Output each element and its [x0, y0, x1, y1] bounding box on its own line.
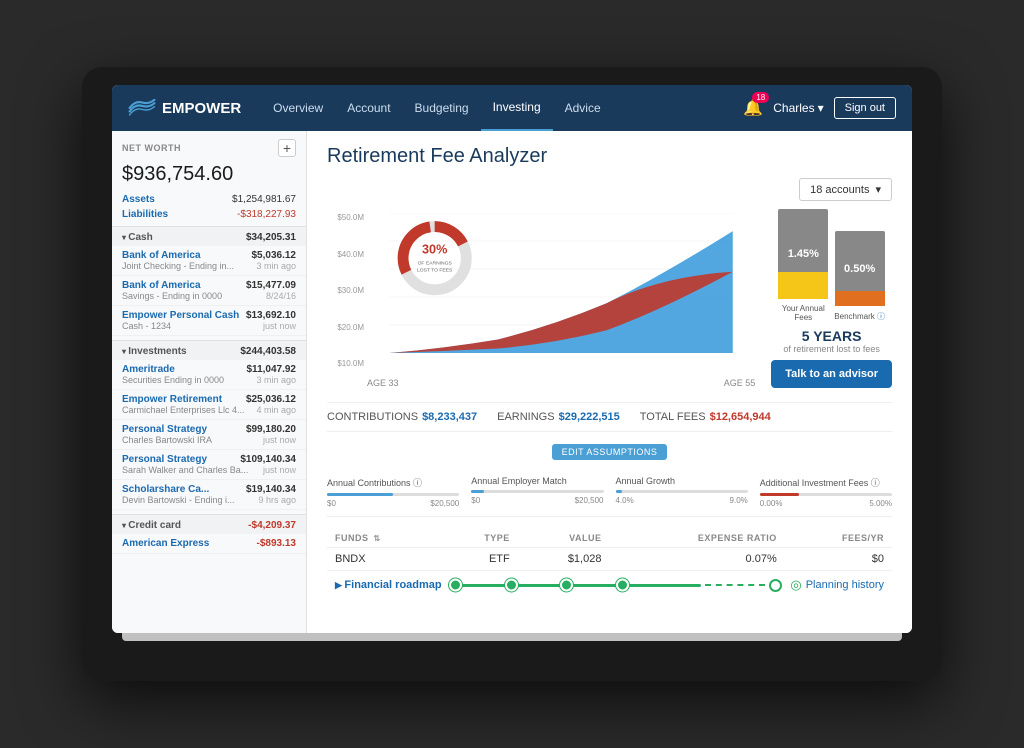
main-content: Retirement Fee Analyzer 18 accounts ▾ $5… [307, 131, 912, 633]
sort-icon: ⇅ [374, 534, 381, 543]
earnings-label: EARNINGS [497, 411, 554, 423]
list-item: Bank of America $5,036.12 Joint Checking… [112, 246, 306, 276]
liabilities-label: Liabilities [122, 209, 168, 220]
nav-advice[interactable]: Advice [553, 85, 613, 131]
funds-table: FUNDS ⇅ TYPE VALUE EXPENSE RATIO FEES/YR… [327, 529, 892, 571]
chevron-down-icon: ▾ [875, 183, 881, 196]
contributions-value: $8,233,437 [422, 411, 477, 423]
history-icon: ◎ [790, 577, 801, 593]
roadmap-label[interactable]: Financial roadmap [335, 579, 442, 591]
list-item: Bank of America $15,477.09 Savings - End… [112, 276, 306, 306]
credit-section-amount: -$4,209.37 [248, 520, 296, 531]
advisor-button[interactable]: Talk to an advisor [771, 360, 892, 388]
svg-text:OF EARNINGS: OF EARNINGS [418, 261, 453, 266]
edit-assumptions-button[interactable]: EDIT ASSUMPTIONS [552, 444, 668, 460]
page-title: Retirement Fee Analyzer [327, 145, 892, 168]
financial-roadmap: Financial roadmap ◎ Planning hi [327, 571, 892, 599]
list-item: Personal Strategy $109,140.34 Sarah Walk… [112, 450, 306, 480]
fees-yr-header: FEES/YR [785, 529, 892, 548]
svg-text:30%: 30% [422, 242, 448, 256]
fee-comparison-bars: 1.45% Your AnnualFees 0.50% [778, 209, 885, 322]
type-header: TYPE [441, 529, 518, 548]
chart-stats: CONTRIBUTIONS $8,233,437 EARNINGS $29,22… [327, 402, 892, 432]
nav-account[interactable]: Account [335, 85, 402, 131]
list-item: Empower Retirement $25,036.12 Carmichael… [112, 390, 306, 420]
nav-links: Overview Account Budgeting Investing Adv… [261, 85, 743, 131]
user-menu[interactable]: Charles ▾ [773, 101, 823, 115]
funds-header[interactable]: FUNDS ⇅ [327, 529, 441, 548]
list-item: Scholarshare Ca... $19,140.34 Devin Bart… [112, 480, 306, 510]
investment-fees-slider: Additional Investment Fees ⓘ 0.00% 5.00% [760, 476, 892, 508]
expense-ratio-header: EXPENSE RATIO [609, 529, 784, 548]
total-fees-label: TOTAL FEES [640, 411, 706, 423]
years-sublabel: of retirement lost to fees [783, 344, 880, 354]
contributions-label: CONTRIBUTIONS [327, 411, 418, 423]
fund-fees-yr: $0 [785, 548, 892, 571]
investments-section-amount: $244,403.58 [240, 346, 296, 357]
net-worth-value: $936,754.60 [112, 161, 306, 192]
age-start-label: AGE 33 [367, 378, 399, 388]
nav-right: 🔔 18 Charles ▾ Sign out [743, 97, 896, 119]
sliders-section: Annual Contributions ⓘ $0 $20,500 Annual… [327, 468, 892, 517]
employer-match-slider: Annual Employer Match $0 $20,500 [471, 476, 603, 508]
accounts-button[interactable]: 18 accounts ▾ [799, 178, 892, 201]
contributions-slider: Annual Contributions ⓘ $0 $20,500 [327, 476, 459, 508]
fund-value: $1,028 [518, 548, 610, 571]
edit-assumptions-section: EDIT ASSUMPTIONS [327, 442, 892, 460]
value-header: VALUE [518, 529, 610, 548]
assets-label: Assets [122, 194, 155, 205]
nav-budgeting[interactable]: Budgeting [403, 85, 481, 131]
logo-text: EMPOWER [162, 100, 241, 117]
signout-button[interactable]: Sign out [834, 97, 896, 119]
notification-badge: 18 [752, 92, 769, 103]
earnings-value: $29,222,515 [559, 411, 620, 423]
annual-fee-pct: 1.45% [788, 248, 819, 260]
fee-chart: $50.0M $40.0M $30.0M $20.0M $10.0M [327, 213, 755, 388]
svg-text:LOST TO FEES: LOST TO FEES [417, 268, 453, 273]
years-label: 5 YEARS [783, 328, 880, 344]
accounts-selector: 18 accounts ▾ [327, 178, 892, 201]
list-item: Personal Strategy $99,180.20 Charles Bar… [112, 420, 306, 450]
nav-overview[interactable]: Overview [261, 85, 335, 131]
fund-type: ETF [441, 548, 518, 571]
navbar: EMPOWER Overview Account Budgeting Inves… [112, 85, 912, 131]
list-item: American Express -$893.13 [112, 534, 306, 554]
benchmark-pct: 0.50% [844, 263, 875, 275]
list-item: Ameritrade $11,047.92 Securities Ending … [112, 360, 306, 390]
sidebar: NET WORTH + $936,754.60 Assets $1,254,98… [112, 131, 307, 633]
liabilities-value: -$318,227.93 [237, 209, 296, 220]
annual-growth-slider: Annual Growth 4.0% 9.0% [616, 476, 748, 508]
logo[interactable]: EMPOWER [128, 99, 241, 117]
chart-section: $50.0M $40.0M $30.0M $20.0M $10.0M [327, 209, 892, 388]
add-account-button[interactable]: + [278, 139, 296, 157]
cash-section-title[interactable]: Cash [122, 232, 153, 243]
list-item: Empower Personal Cash $13,692.10 Cash - … [112, 306, 306, 336]
bell-icon[interactable]: 🔔 18 [743, 98, 763, 118]
nav-investing[interactable]: Investing [481, 85, 553, 131]
fund-expense-ratio: 0.07% [609, 548, 784, 571]
fund-name[interactable]: BNDX [327, 548, 441, 571]
investments-section-title[interactable]: Investments [122, 346, 187, 357]
cash-section-amount: $34,205.31 [246, 232, 296, 243]
assets-value: $1,254,981.67 [232, 194, 296, 205]
area-chart-svg: 30% OF EARNINGS LOST TO FEES [367, 213, 755, 353]
table-row: BNDX ETF $1,028 0.07% $0 [327, 548, 892, 571]
chevron-down-icon: ▾ [818, 101, 824, 115]
age-end-label: AGE 55 [724, 378, 756, 388]
net-worth-label: NET WORTH [122, 143, 181, 153]
credit-section-title[interactable]: Credit card [122, 520, 181, 531]
planning-history-link[interactable]: ◎ Planning history [790, 577, 884, 593]
total-fees-value: $12,654,944 [710, 411, 771, 423]
